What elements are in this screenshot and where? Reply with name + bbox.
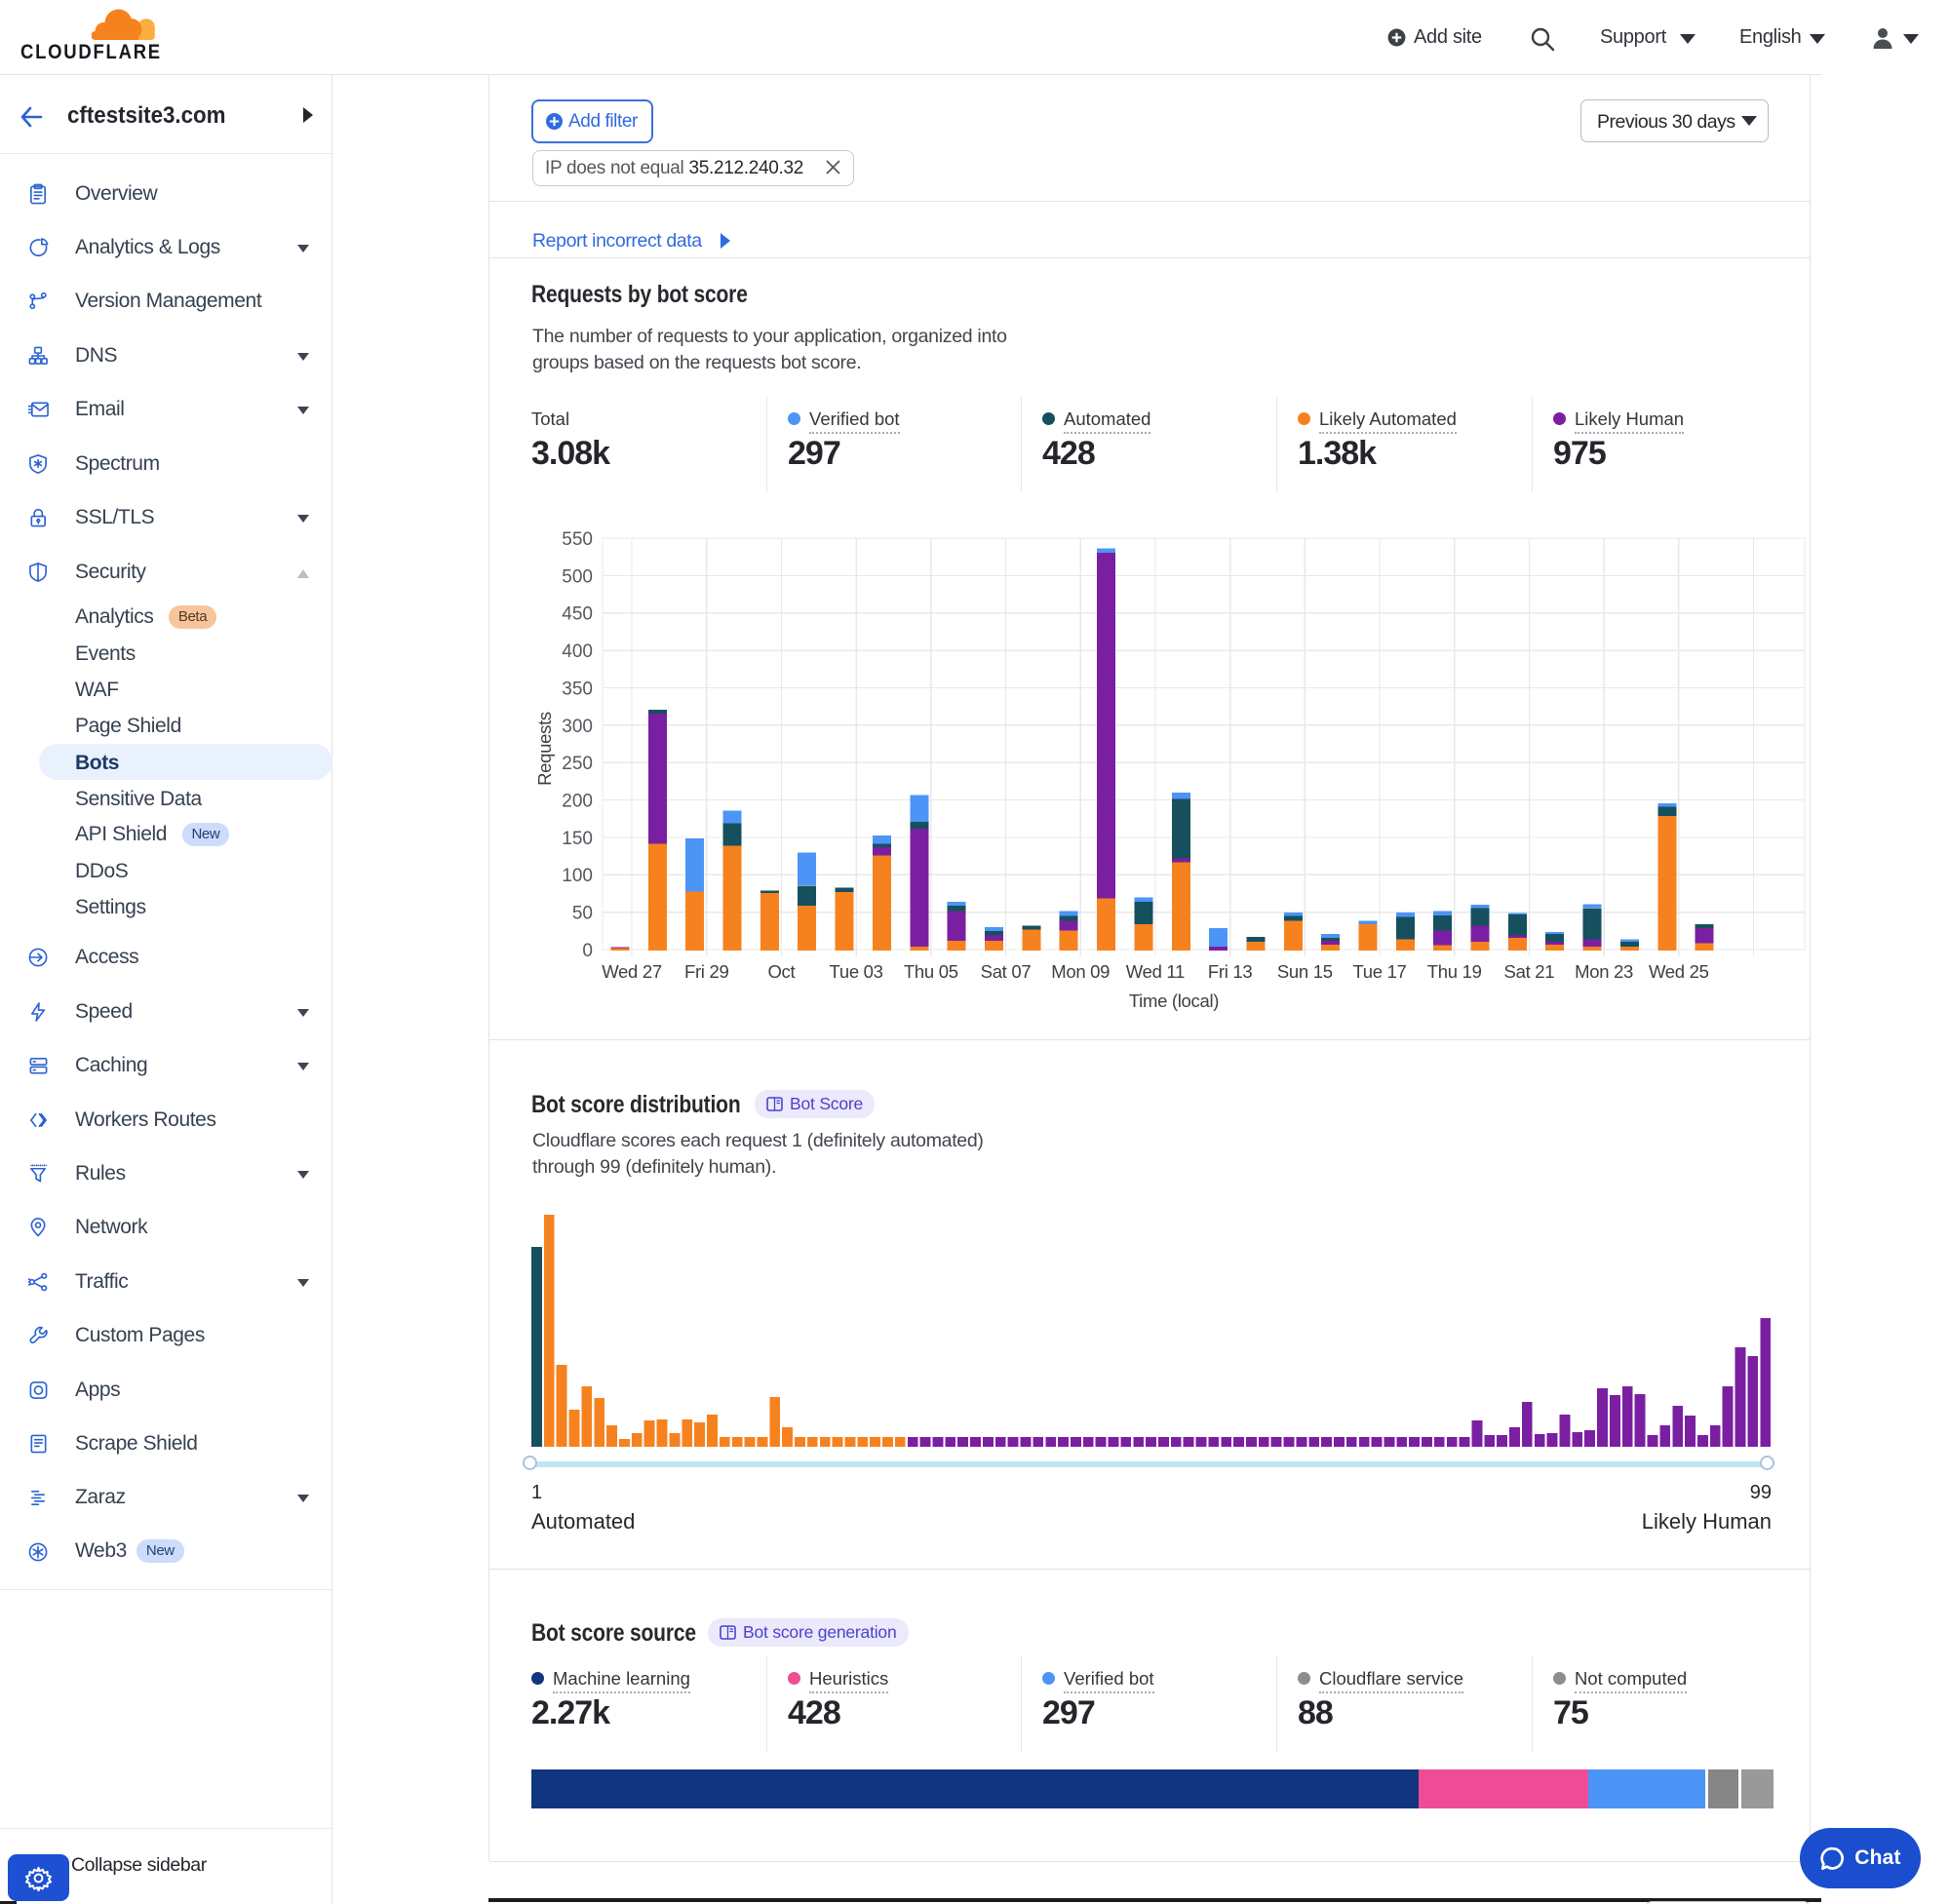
svg-text:Mon 23: Mon 23 [1575,961,1633,982]
svg-text:Sat 21: Sat 21 [1504,961,1555,982]
svg-text:Tue 03: Tue 03 [830,961,883,982]
svg-text:50: 50 [572,904,593,924]
svg-text:300: 300 [562,717,593,737]
svg-text:350: 350 [562,679,593,699]
svg-text:550: 550 [562,529,593,550]
svg-text:450: 450 [562,604,593,625]
svg-text:Thu 05: Thu 05 [904,961,958,982]
svg-text:Thu 19: Thu 19 [1427,961,1482,982]
svg-text:Tue 17: Tue 17 [1352,961,1406,982]
svg-text:200: 200 [562,792,593,812]
svg-text:Mon 09: Mon 09 [1051,961,1110,982]
svg-text:Oct: Oct [767,961,795,982]
svg-text:Fri 29: Fri 29 [684,961,729,982]
svg-text:Fri 13: Fri 13 [1208,961,1253,982]
svg-text:0: 0 [582,941,593,961]
svg-text:Sat 07: Sat 07 [981,961,1032,982]
svg-text:Wed 11: Wed 11 [1126,961,1185,982]
svg-text:Requests: Requests [534,712,555,786]
svg-text:Wed 27: Wed 27 [602,961,662,982]
svg-text:500: 500 [562,566,593,587]
svg-text:Wed 25: Wed 25 [1649,961,1709,982]
svg-text:Sun 15: Sun 15 [1277,961,1333,982]
svg-text:150: 150 [562,829,593,849]
svg-text:400: 400 [562,641,593,662]
svg-text:250: 250 [562,754,593,774]
svg-text:100: 100 [562,866,593,886]
svg-text:Time (local): Time (local) [1129,991,1219,1011]
